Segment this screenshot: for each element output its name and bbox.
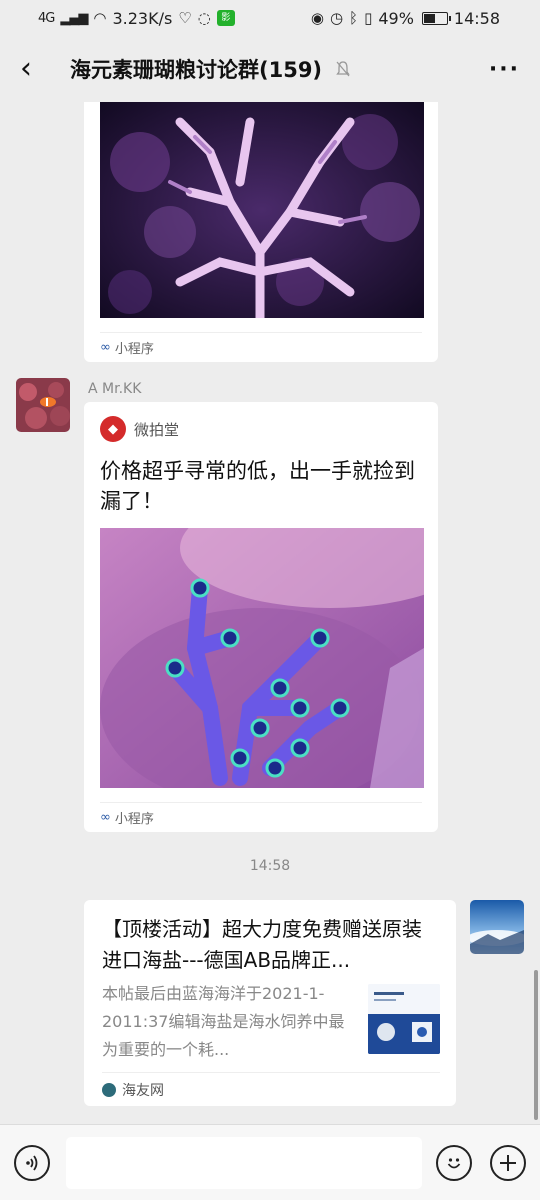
network-speed: 3.23K/s <box>112 8 173 28</box>
app-notification-icon: 影 <box>216 10 235 26</box>
mini-program-icon: ∞ <box>100 810 111 825</box>
card-title: 价格超乎寻常的低，出一手就捡到漏了！ <box>100 459 415 513</box>
sender-name: A Mr.KK <box>88 381 142 397</box>
news-footer: 海友网 <box>102 1072 440 1106</box>
link-card[interactable]: 【顶楼活动】超大力度免费赠送原装进口海盐---德国AB品牌正... 本帖最后由蓝… <box>84 900 456 1106</box>
brand-name: 微拍堂 <box>134 420 180 439</box>
coral-image-2 <box>100 528 424 788</box>
input-bar <box>0 1124 540 1200</box>
chat-title: 海元素珊瑚粮讨论群(159) <box>70 58 323 82</box>
voice-icon <box>26 1155 38 1171</box>
chat-header: ‹ 海元素珊瑚粮讨论群(159) ··· <box>0 36 540 102</box>
alarm-icon: ◷ <box>329 9 344 27</box>
mini-program-footer-1: ∞ 小程序 <box>100 332 422 362</box>
status-right: ◉ ◷ ᛒ ▯ 49% 14:58 <box>311 9 500 28</box>
news-title: 【顶楼活动】超大力度免费赠送原装进口海盐---德国AB品牌正... <box>102 917 422 972</box>
mini-program-icon: ∞ <box>100 340 111 355</box>
sync-icon: ◌ <box>197 9 211 27</box>
plus-icon <box>500 1155 516 1171</box>
clock: 14:58 <box>453 8 500 28</box>
emoji-button[interactable] <box>436 1145 472 1181</box>
avatar-mr-kk[interactable] <box>16 378 70 432</box>
add-button[interactable] <box>490 1145 526 1181</box>
back-button[interactable]: ‹ <box>20 54 50 84</box>
mini-program-label: 小程序 <box>114 812 154 827</box>
battery-icon <box>421 11 451 25</box>
eye-icon: ◉ <box>310 9 324 27</box>
news-description: 本帖最后由蓝海海洋于2021-1-2011:37编辑海盐是海水饲养中最为重要的一… <box>102 984 345 1059</box>
message-input[interactable] <box>66 1137 422 1189</box>
emoji-icon <box>447 1158 461 1169</box>
timestamp-divider: 14:58 <box>249 858 291 874</box>
mini-program-footer-2: ∞ 小程序 <box>100 802 422 832</box>
news-thumbnail <box>368 984 440 1054</box>
mute-bell-icon <box>334 60 352 78</box>
news-source: 海友网 <box>122 1082 164 1099</box>
status-bar: 4G ▂▄▆ ◠ 3.23K/s ♡ ◌ 影 ◉ ◷ ᛒ ▯ 49% 14:58 <box>0 0 540 36</box>
brand-row: ◆ 微拍堂 <box>100 416 179 442</box>
health-icon: ♡ <box>178 9 192 27</box>
coral-image-1 <box>100 102 424 318</box>
vibrate-icon: ▯ <box>364 9 373 27</box>
mini-program-label: 小程序 <box>114 342 154 357</box>
scrollbar[interactable] <box>534 970 538 1120</box>
site-logo-icon <box>102 1082 116 1097</box>
weipaitang-logo-icon: ◆ <box>100 416 126 442</box>
signal-bars-icon: ▂▄▆ <box>60 10 88 26</box>
bluetooth-icon: ᛒ <box>349 9 359 27</box>
status-left: 4G ▂▄▆ ◠ 3.23K/s ♡ ◌ 影 <box>38 9 235 28</box>
voice-button[interactable] <box>14 1145 50 1181</box>
chat-area: ∞ 小程序 A Mr.KK ◆ 微拍堂 价格超乎寻常的低，出一手就捡到漏了！ ∞… <box>0 102 540 1124</box>
battery-percent: 49% <box>378 8 414 28</box>
more-options-button[interactable]: ··· <box>489 57 520 82</box>
mini-program-card-2[interactable]: ◆ 微拍堂 价格超乎寻常的低，出一手就捡到漏了！ ∞ 小程序 <box>84 402 438 832</box>
avatar-self[interactable] <box>470 900 524 954</box>
signal-indicator: 4G <box>38 10 55 26</box>
wifi-icon: ◠ <box>93 9 107 27</box>
mini-program-card-1[interactable]: ∞ 小程序 <box>84 102 438 362</box>
